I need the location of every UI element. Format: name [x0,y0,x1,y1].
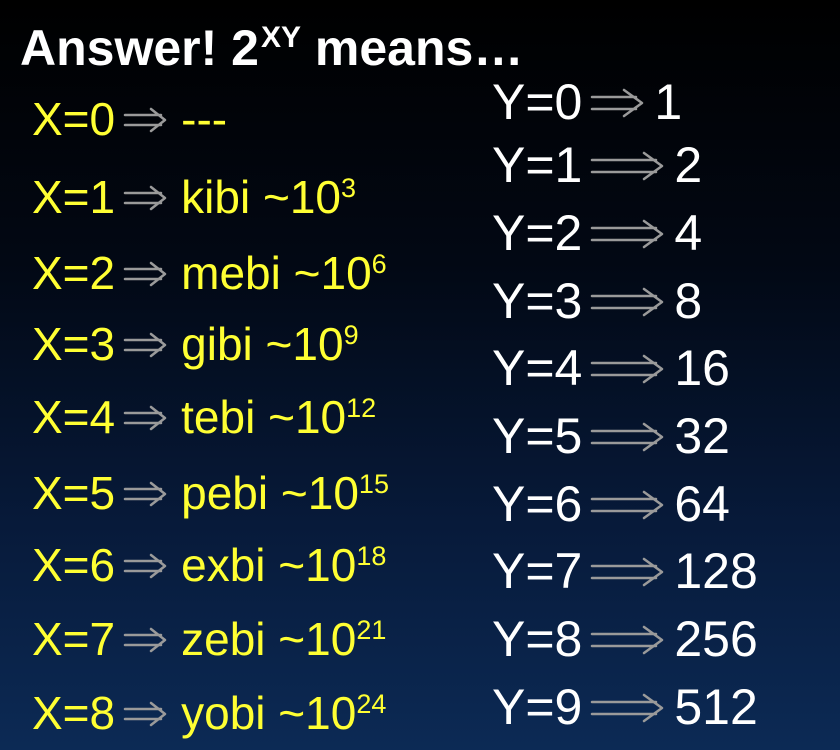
double-right-arrow-icon [123,332,167,358]
double-right-arrow-icon [123,553,167,579]
double-right-arrow-icon [123,701,167,727]
y-row: Y=6 64 [492,474,730,534]
x-label: X=4 [32,391,116,443]
x-approx: ~10 [265,613,357,665]
y-row: Y=8 256 [492,609,758,669]
y-row: Y=3 8 [492,271,702,331]
y-label: Y=9 [492,679,583,735]
double-right-arrow-icon [591,422,664,452]
x-approx: ~10 [250,171,341,223]
x-exponent: 12 [346,393,377,423]
y-value: 2 [674,137,703,193]
title-suffix: means… [301,20,524,76]
x-exponent: 9 [343,320,359,350]
x-row: X=7 zebi ~1021 [32,600,386,669]
x-label: X=7 [32,613,116,665]
double-right-arrow-icon [591,219,664,249]
y-row: Y=1 2 [492,135,702,195]
x-prefix: --- [181,93,228,145]
x-label: X=5 [32,467,116,519]
double-right-arrow-icon [123,261,167,287]
x-prefix: pebi [181,467,269,519]
x-prefix: exbi [181,539,266,591]
x-label: X=1 [32,171,116,223]
x-row: X=0 --- [32,80,227,149]
y-value: 128 [674,543,758,599]
double-right-arrow-icon [123,627,167,653]
y-value: 8 [674,273,703,329]
x-prefix: kibi [181,171,251,223]
y-value: 64 [674,476,730,532]
y-row: Y=9 512 [492,677,758,737]
y-label: Y=1 [492,137,583,193]
y-row: Y=0 1 [492,72,682,132]
y-label: Y=6 [492,476,583,532]
double-right-arrow-icon [591,88,644,118]
x-exponent: 15 [358,469,389,499]
y-row: Y=2 4 [492,203,702,263]
x-approx: ~10 [255,391,347,443]
x-row: X=8 yobi ~1024 [32,674,386,743]
double-right-arrow-icon [591,287,664,317]
x-exponent: 24 [356,689,387,719]
double-right-arrow-icon [591,490,664,520]
x-exponent: 21 [356,615,387,645]
y-label: Y=0 [492,74,583,130]
x-approx: ~10 [265,687,357,739]
y-value: 256 [674,611,758,667]
x-exponent: 3 [340,173,357,203]
x-prefix: tebi [181,391,256,443]
y-value: 32 [674,408,730,464]
double-right-arrow-icon [123,107,167,133]
double-right-arrow-icon [591,354,664,384]
x-label: X=8 [32,687,116,739]
y-label: Y=5 [492,408,583,464]
y-row: Y=5 32 [492,406,730,466]
x-label: X=6 [32,539,116,591]
x-exponent: 18 [356,541,387,571]
x-row: X=2 mebi ~106 [32,234,387,303]
y-value: 1 [654,74,683,130]
double-right-arrow-icon [591,151,664,181]
y-label: Y=4 [492,340,583,396]
double-right-arrow-icon [123,481,167,507]
x-row: X=6 exbi ~1018 [32,526,386,595]
y-label: Y=8 [492,611,583,667]
x-row: X=4 tebi ~1012 [32,378,376,447]
x-approx: ~10 [268,467,359,519]
double-right-arrow-icon [123,185,167,211]
y-value: 4 [674,205,703,261]
y-row: Y=7 128 [492,541,758,601]
x-row: X=5 pebi ~1015 [32,454,389,523]
y-label: Y=7 [492,543,583,599]
x-row: X=3 gibi ~109 [32,305,359,374]
x-prefix: mebi [181,247,281,299]
x-label: X=2 [32,247,116,299]
double-right-arrow-icon [591,557,664,587]
y-value: 512 [674,679,758,735]
x-label: X=0 [32,93,116,145]
x-approx: ~10 [252,318,344,370]
title-text: Answer! 2 [20,20,259,76]
x-approx: ~10 [280,247,372,299]
y-label: Y=2 [492,205,583,261]
double-right-arrow-icon [591,625,664,655]
slide-title: Answer! 2XY means… [20,8,523,78]
x-row: X=1 kibi ~103 [32,158,356,227]
y-label: Y=3 [492,273,583,329]
x-label: X=3 [32,318,116,370]
x-approx: ~10 [265,539,357,591]
x-prefix: zebi [181,613,266,665]
x-prefix: yobi [181,687,266,739]
x-prefix: gibi [181,318,253,370]
y-value: 16 [674,340,730,396]
x-exponent: 6 [371,249,387,279]
double-right-arrow-icon [591,693,664,723]
y-row: Y=4 16 [492,338,730,398]
double-right-arrow-icon [123,405,167,431]
title-superscript: XY [260,21,301,54]
